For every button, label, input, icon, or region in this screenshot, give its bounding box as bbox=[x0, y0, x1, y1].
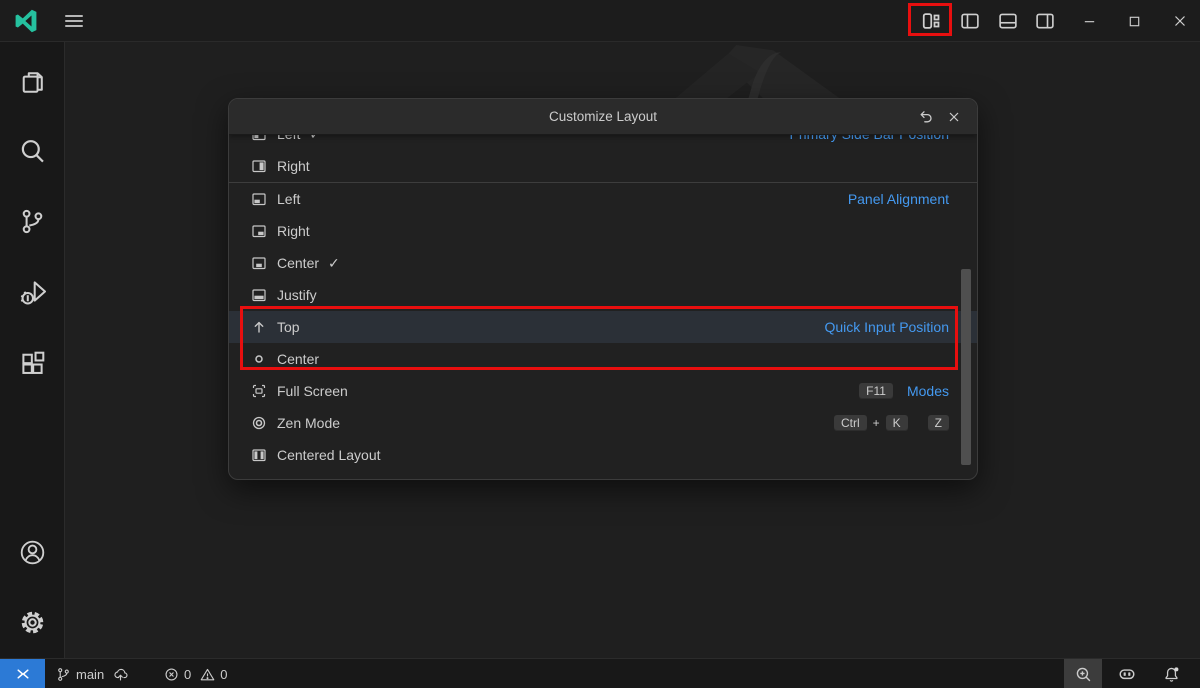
dialog-title: Customize Layout bbox=[229, 99, 977, 135]
account-icon[interactable] bbox=[0, 528, 64, 576]
screen-full-icon bbox=[251, 383, 267, 399]
copilot-status-item[interactable] bbox=[1110, 659, 1144, 688]
error-count: 0 bbox=[184, 667, 191, 682]
branch-status-item[interactable]: main bbox=[52, 659, 132, 688]
close-button[interactable] bbox=[1158, 0, 1200, 42]
reset-layout-icon[interactable] bbox=[915, 106, 937, 128]
keybinding-group: F11 bbox=[859, 383, 893, 399]
option-full-screen[interactable]: Full Screen F11 Modes bbox=[229, 375, 977, 407]
extensions-icon[interactable] bbox=[0, 339, 64, 387]
vscode-logo-icon bbox=[13, 8, 39, 34]
arrow-up-icon bbox=[251, 319, 267, 335]
warnings-icon bbox=[200, 667, 215, 682]
toggle-secondary-sidebar-icon[interactable] bbox=[1032, 8, 1058, 34]
warning-count: 0 bbox=[220, 667, 227, 682]
section-label-panel-alignment: Panel Alignment bbox=[848, 191, 949, 207]
option-label: Full Screen bbox=[277, 383, 348, 399]
option-label: Zen Mode bbox=[277, 415, 340, 431]
zoom-status-item[interactable] bbox=[1064, 659, 1102, 688]
option-panel-center[interactable]: Center ✓ bbox=[229, 247, 977, 279]
option-centered-layout[interactable]: Centered Layout bbox=[229, 439, 977, 471]
panel-align-center-icon bbox=[251, 255, 267, 271]
layout-sidebar-left-icon bbox=[251, 135, 267, 142]
menu-hamburger-icon[interactable] bbox=[60, 10, 88, 32]
option-sidebar-right[interactable]: Right bbox=[229, 150, 977, 182]
key-f11: F11 bbox=[859, 383, 893, 399]
activity-bar bbox=[0, 42, 65, 658]
section-label-modes: Modes bbox=[907, 383, 949, 399]
panel-align-right-icon bbox=[251, 223, 267, 239]
option-label: Right bbox=[277, 223, 310, 239]
option-label: Left bbox=[277, 191, 300, 207]
option-label: Top bbox=[277, 319, 300, 335]
checkmark: ✓ bbox=[309, 135, 321, 143]
option-sidebar-left[interactable]: Left ✓ Primary Side Bar Position bbox=[229, 135, 977, 150]
title-bar bbox=[0, 0, 1200, 42]
notifications-status-item[interactable] bbox=[1152, 659, 1190, 688]
key-k: K bbox=[886, 415, 908, 431]
panel-align-left-icon bbox=[251, 191, 267, 207]
option-quick-input-top[interactable]: Top Quick Input Position bbox=[229, 311, 977, 343]
target-icon bbox=[251, 415, 267, 431]
cloud-sync-icon bbox=[113, 667, 128, 682]
checkmark: ✓ bbox=[328, 255, 340, 272]
git-branch-icon bbox=[56, 667, 71, 682]
search-icon[interactable] bbox=[0, 127, 64, 175]
branch-name: main bbox=[76, 667, 104, 682]
layout-sidebar-right-icon bbox=[251, 158, 267, 174]
minimize-button[interactable] bbox=[1067, 0, 1111, 42]
run-debug-icon[interactable] bbox=[0, 267, 64, 315]
settings-gear-icon[interactable] bbox=[0, 598, 64, 646]
option-label: Justify bbox=[277, 287, 317, 303]
bell-dot-icon bbox=[1163, 666, 1180, 683]
copilot-icon bbox=[1118, 665, 1136, 683]
toggle-panel-icon[interactable] bbox=[995, 8, 1021, 34]
option-label: Left bbox=[277, 135, 300, 142]
status-bar: main 0 0 bbox=[0, 658, 1200, 688]
explorer-icon[interactable] bbox=[0, 58, 64, 106]
dialog-close-icon[interactable] bbox=[943, 106, 965, 128]
dialog-scrollbar[interactable] bbox=[961, 269, 971, 465]
dialog-option-list: Left ✓ Primary Side Bar Position Right L… bbox=[229, 135, 977, 471]
zoom-in-icon bbox=[1075, 666, 1092, 683]
option-quick-input-center[interactable]: Center bbox=[229, 343, 977, 375]
key-z: Z bbox=[928, 415, 949, 431]
option-zen-mode[interactable]: Zen Mode Ctrl + K Z bbox=[229, 407, 977, 439]
option-label: Centered Layout bbox=[277, 447, 381, 463]
centered-layout-icon bbox=[251, 447, 267, 463]
option-panel-right[interactable]: Right bbox=[229, 215, 977, 247]
circle-small-icon bbox=[251, 351, 267, 367]
option-label: Center bbox=[277, 351, 319, 367]
option-label: Center bbox=[277, 255, 319, 271]
source-control-icon[interactable] bbox=[0, 197, 64, 245]
maximize-button[interactable] bbox=[1112, 0, 1156, 42]
option-label: Right bbox=[277, 158, 310, 174]
errors-icon bbox=[164, 667, 179, 682]
customize-layout-dialog: Customize Layout Left ✓ Primary Side Bar… bbox=[228, 98, 978, 480]
panel-align-justify-icon bbox=[251, 287, 267, 303]
option-panel-left[interactable]: Left Panel Alignment bbox=[229, 183, 977, 215]
dialog-header: Customize Layout bbox=[229, 99, 977, 135]
remote-indicator[interactable] bbox=[0, 659, 45, 688]
vscode-window: Customize Layout Left ✓ Primary Side Bar… bbox=[0, 0, 1200, 688]
toggle-primary-sidebar-icon[interactable] bbox=[957, 8, 983, 34]
section-label-primary-side-bar: Primary Side Bar Position bbox=[789, 135, 949, 142]
section-label-quick-input-position: Quick Input Position bbox=[824, 319, 949, 335]
clipped-row-wrap: Left ✓ Primary Side Bar Position bbox=[229, 135, 977, 150]
option-panel-justify[interactable]: Justify bbox=[229, 279, 977, 311]
key-ctrl: Ctrl bbox=[834, 415, 867, 431]
problems-status-item[interactable]: 0 0 bbox=[160, 659, 231, 688]
key-plus: + bbox=[873, 416, 880, 430]
keybinding-group: Ctrl + K Z bbox=[834, 415, 949, 431]
customize-layout-icon[interactable] bbox=[918, 8, 944, 34]
